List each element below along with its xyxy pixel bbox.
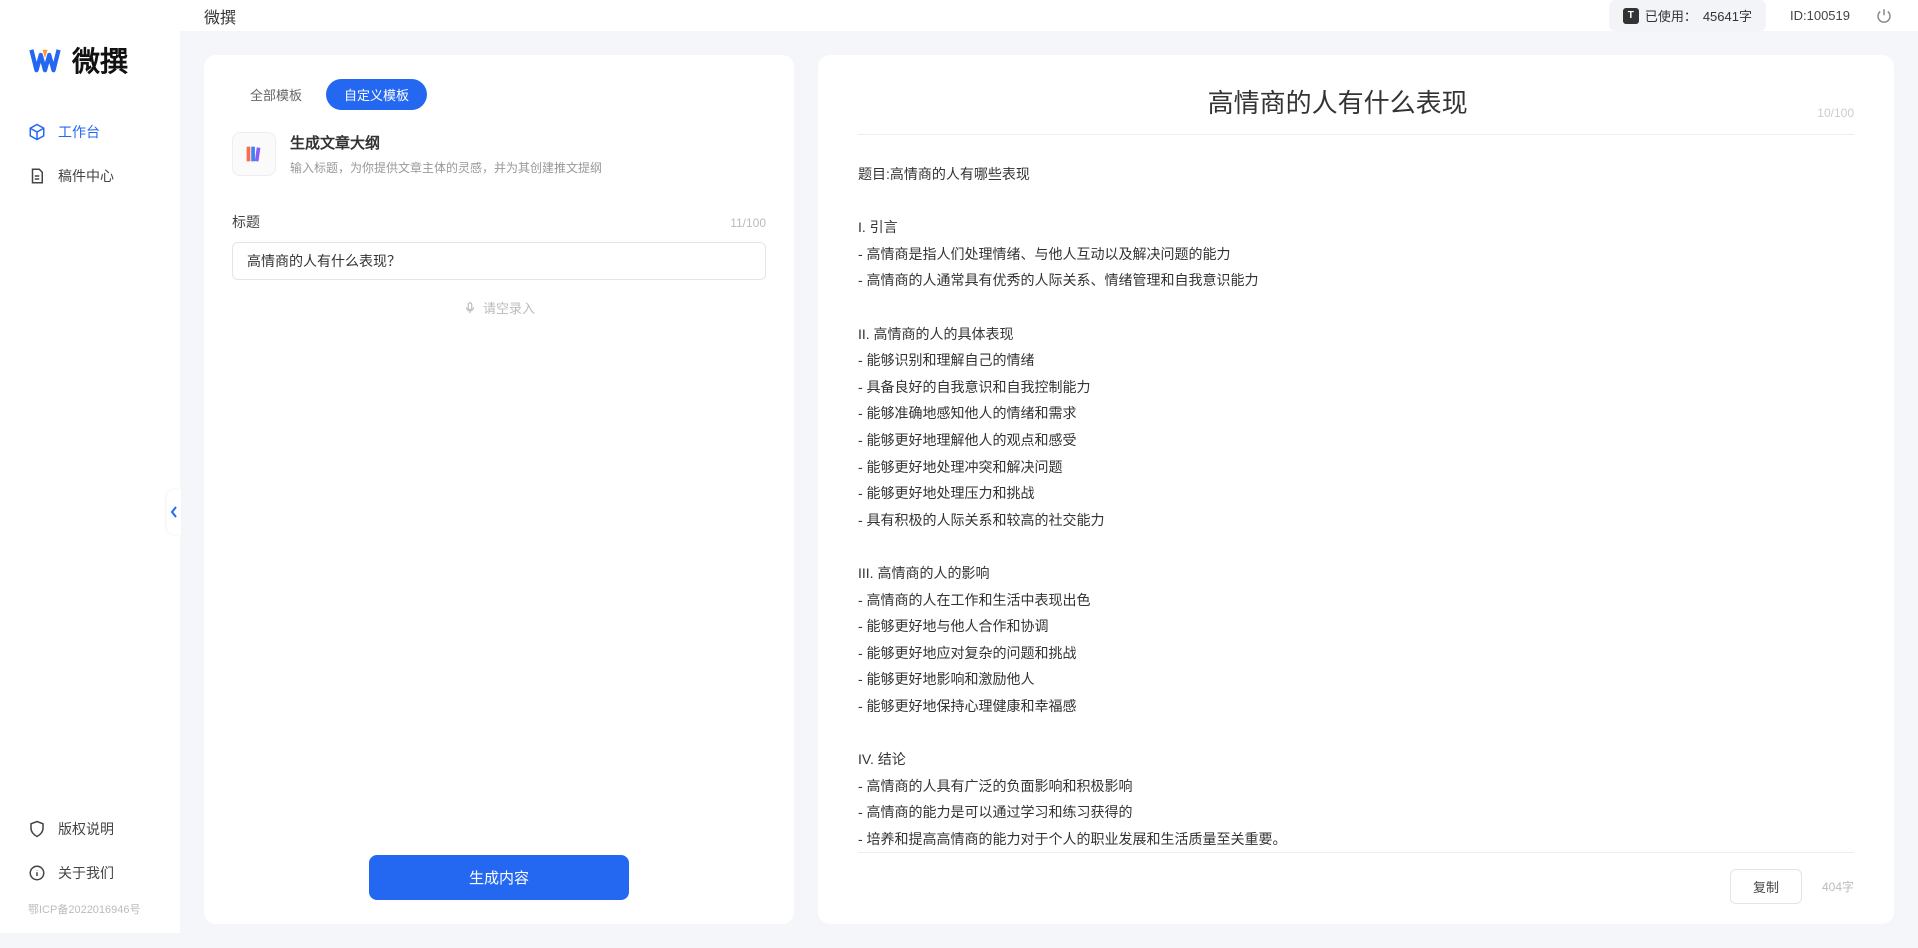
cube-icon — [28, 123, 46, 141]
nav-label: 稿件中心 — [58, 166, 114, 186]
tab-custom-templates[interactable]: 自定义模板 — [326, 79, 427, 110]
template-card: 生成文章大纲 输入标题，为你提供文章主体的灵感，并为其创建推文提纲 — [232, 132, 766, 176]
title-field-label: 标题 — [232, 212, 260, 232]
main-area: 微撰 T 已使用： 45641字 ID:100519 全部模板 自定义模板 — [180, 0, 1918, 933]
usage-label: 已使用： — [1645, 6, 1697, 25]
shield-icon — [28, 820, 46, 838]
microphone-icon — [463, 301, 477, 315]
power-icon — [1875, 7, 1893, 25]
nav-copyright[interactable]: 版权说明 — [10, 807, 170, 851]
template-thumb — [232, 132, 276, 176]
title-input[interactable] — [232, 242, 766, 280]
nav-label: 版权说明 — [58, 819, 114, 839]
info-icon — [28, 864, 46, 882]
user-id: ID:100519 — [1790, 8, 1850, 23]
copy-button[interactable]: 复制 — [1730, 869, 1802, 904]
nav-about[interactable]: 关于我们 — [10, 851, 170, 895]
nav-workspace[interactable]: 工作台 — [10, 110, 170, 154]
logout-button[interactable] — [1874, 6, 1894, 26]
text-icon: T — [1623, 8, 1639, 24]
books-icon — [243, 143, 265, 165]
topbar: 微撰 T 已使用： 45641字 ID:100519 — [180, 0, 1918, 31]
sidebar-collapse-button[interactable] — [167, 490, 181, 534]
nav-drafts[interactable]: 稿件中心 — [10, 154, 170, 198]
input-panel: 全部模板 自定义模板 生成文章大纲 输入标题，为你提供文章主体的灵感，并为其创建… — [204, 55, 794, 924]
page-title: 微撰 — [204, 4, 236, 28]
voice-input-button[interactable]: 请空录入 — [232, 298, 766, 317]
output-title: 高情商的人有什么表现 — [858, 83, 1817, 120]
icp-text: 鄂ICP备2022016946号 — [10, 895, 170, 923]
usage-badge[interactable]: T 已使用： 45641字 — [1609, 0, 1766, 31]
template-title: 生成文章大纲 — [290, 132, 602, 153]
output-panel: 高情商的人有什么表现 10/100 题目:高情商的人有哪些表现 I. 引言 - … — [818, 55, 1894, 924]
template-tabs: 全部模板 自定义模板 — [232, 79, 766, 110]
output-body[interactable]: 题目:高情商的人有哪些表现 I. 引言 - 高情商是指人们处理情绪、与他人互动以… — [858, 145, 1854, 852]
logo-text: 微撰 — [72, 40, 128, 80]
nav-label: 工作台 — [58, 122, 100, 142]
logo-icon — [28, 43, 62, 77]
generate-button[interactable]: 生成内容 — [369, 855, 629, 900]
logo: 微撰 — [0, 0, 180, 110]
nav-label: 关于我们 — [58, 863, 114, 883]
template-desc: 输入标题，为你提供文章主体的灵感，并为其创建推文提纲 — [290, 159, 602, 176]
title-field-counter: 11/100 — [730, 216, 766, 230]
chevron-left-icon — [170, 506, 178, 518]
tab-all-templates[interactable]: 全部模板 — [232, 79, 320, 110]
main-nav: 工作台 稿件中心 — [0, 110, 180, 198]
document-icon — [28, 167, 46, 185]
output-title-counter: 10/100 — [1817, 106, 1854, 120]
sidebar: 微撰 工作台 稿件中心 版权说明 关于我们 鄂ICP备202 — [0, 0, 180, 933]
usage-value: 45641字 — [1703, 6, 1752, 25]
output-char-count: 404字 — [1822, 878, 1854, 895]
